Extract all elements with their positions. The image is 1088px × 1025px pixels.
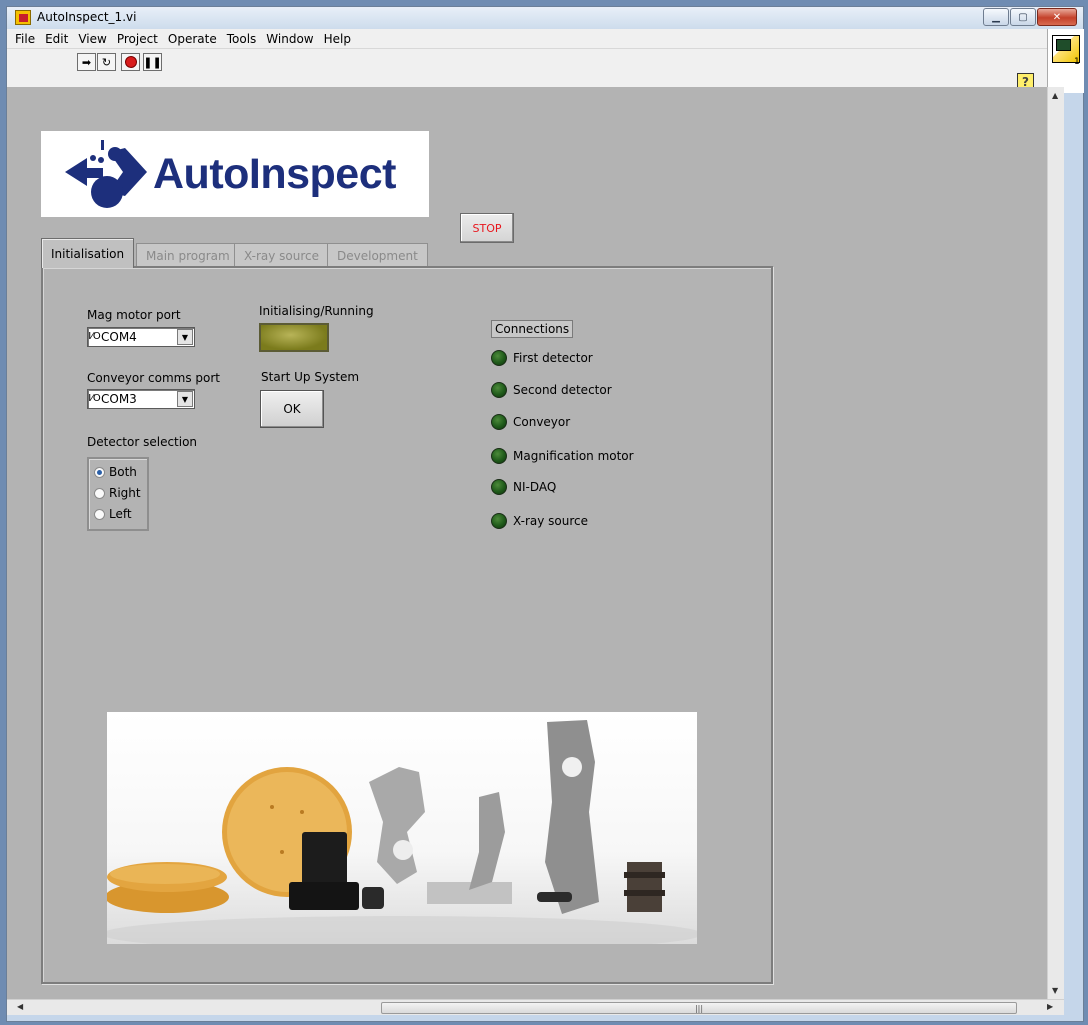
menu-window[interactable]: Window [262,32,319,46]
led-indicator-icon [491,479,507,495]
radio-both-label: Both [109,465,137,479]
chevron-down-icon[interactable]: ▼ [177,391,193,407]
radio-unselected-icon [94,508,105,520]
autoinspect-logo: AutoInspect [41,131,429,217]
conveyor-port-value: COM3 [101,392,137,406]
run-continuously-button[interactable]: ↻ [97,53,116,71]
connection-x-ray-source: X-ray source [491,513,588,529]
connection-label: X-ray source [513,514,589,528]
scroll-left-icon[interactable]: ◀ [17,1002,23,1011]
connection-second-detector: Second detector [491,382,612,398]
stop-button[interactable]: STOP [460,213,514,243]
maximize-icon: ▢ [1018,11,1028,23]
pause-button[interactable]: ❚❚ [143,53,162,71]
abort-stop-icon [124,56,137,68]
labview-app-icon [15,10,31,25]
connection-ni-daq: NI-DAQ [491,479,556,495]
connection-magnification-motor: Magnification motor [491,448,634,464]
chevron-down-icon[interactable]: ▼ [177,329,193,345]
minimize-icon: ▁ [992,11,1000,23]
inspected-parts-image [107,720,697,944]
connection-conveyor: Conveyor [491,414,570,430]
tab-x-ray-source[interactable]: X-ray source [234,243,330,267]
minimize-button[interactable]: ▁ [983,8,1009,26]
radio-right[interactable]: Right [94,486,141,500]
product-photo [107,712,697,944]
initialisation-page: Mag motor port I⁄O COM4 ▼ Conveyor comms… [41,266,773,984]
connection-label: Conveyor [513,415,571,429]
run-button[interactable]: ➡ [77,53,96,71]
vi-icon-number: 1 [1074,57,1080,67]
connection-label: NI-DAQ [513,480,557,494]
visa-resource-icon: I⁄O [88,331,101,342]
led-indicator-icon [491,513,507,529]
radio-right-label: Right [109,486,141,500]
mag-motor-port-label: Mag motor port [87,308,181,322]
led-indicator-icon [491,350,507,366]
tab-development[interactable]: Development [327,243,428,267]
radio-left[interactable]: Left [94,507,132,521]
close-button[interactable]: ✕ [1037,8,1077,26]
running-indicator-label: Initialising/Running [259,304,374,318]
scroll-down-icon[interactable]: ▼ [1052,986,1058,995]
menu-help[interactable]: Help [320,32,357,46]
pause-icon: ❚❚ [143,55,162,69]
startup-ok-button[interactable]: OK [260,390,324,428]
menu-bar: File Edit View Project Operate Tools Win… [7,29,1047,49]
radio-both[interactable]: Both [94,465,137,479]
window-title: AutoInspect_1.vi [37,10,137,24]
scroll-thumb[interactable]: ||| [381,1002,1017,1014]
logo-text: AutoInspect [153,149,396,198]
close-icon: ✕ [1052,11,1062,23]
led-indicator-icon [491,448,507,464]
mag-motor-port-value: COM4 [101,330,137,344]
title-bar: AutoInspect_1.vi ▁ ▢ ✕ [7,7,1083,29]
radio-left-label: Left [109,507,132,521]
detector-selection-label: Detector selection [87,435,198,449]
horizontal-scrollbar[interactable]: ◀ ||| ▶ [7,999,1064,1015]
window-controls: ▁ ▢ ✕ [982,8,1077,26]
radio-selected-icon [94,466,105,478]
run-continuously-icon: ↻ [101,55,112,69]
visa-resource-icon: I⁄O [88,393,101,404]
connection-label: Second detector [513,383,612,397]
vi-connector-icon[interactable]: 1 [1047,29,1084,93]
front-panel: AutoInspect STOP Initialisation Main pro… [7,87,1047,999]
menu-edit[interactable]: Edit [41,32,74,46]
led-indicator-icon [491,414,507,430]
conveyor-port-label: Conveyor comms port [87,371,220,385]
detector-selection-radio-group: Both Right Left [87,457,149,531]
menu-project[interactable]: Project [113,32,164,46]
radio-unselected-icon [94,487,105,499]
connection-label: First detector [513,351,593,365]
connection-label: Magnification motor [513,449,634,463]
scroll-up-icon[interactable]: ▲ [1052,91,1058,100]
autoinspect-logo-mark-icon [65,140,147,208]
menu-operate[interactable]: Operate [164,32,223,46]
tab-initialisation[interactable]: Initialisation [41,238,135,268]
grip-icon: ||| [694,1003,704,1013]
conveyor-port-select[interactable]: I⁄O COM3 ▼ [87,389,195,409]
startup-label: Start Up System [261,370,360,384]
abort-button[interactable] [121,53,140,71]
scroll-right-icon[interactable]: ▶ [1047,1002,1053,1011]
vertical-scrollbar[interactable]: ▲ ▼ [1047,87,1064,999]
mag-motor-port-select[interactable]: I⁄O COM4 ▼ [87,327,195,347]
led-indicator-icon [491,382,507,398]
connections-title: Connections [491,320,574,338]
tab-main-program[interactable]: Main program [136,243,240,267]
connection-first-detector: First detector [491,350,593,366]
menu-tools[interactable]: Tools [223,32,263,46]
menu-view[interactable]: View [74,32,112,46]
menu-file[interactable]: File [11,32,41,46]
run-arrow-icon: ➡ [81,55,92,69]
running-indicator-led [259,323,329,352]
maximize-button[interactable]: ▢ [1010,8,1036,26]
